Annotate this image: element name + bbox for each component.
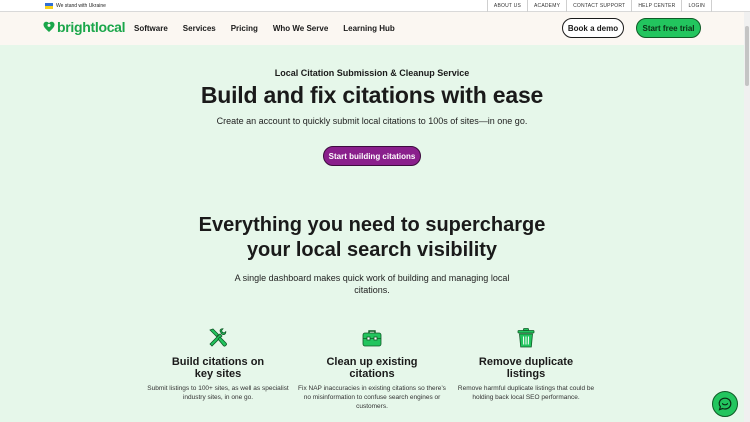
feature-title-line-2: key sites [194,368,242,380]
page-scrollbar[interactable] [744,12,750,422]
nav-links: Software Services Pricing Who We Serve L… [134,12,410,45]
nav-link-services[interactable]: Services [183,24,216,33]
hero-title: Build and fix citations with ease [200,82,544,108]
brightlocal-logo[interactable]: brightlocal [43,19,126,35]
utility-links: ABOUT US ACADEMY CONTACT SUPPORT HELP CE… [486,0,712,12]
book-demo-button[interactable]: Book a demo [562,18,624,38]
utility-link-help-center[interactable]: HELP CENTER [631,0,681,12]
feature-build-citations: Build citations on key sites Submit list… [143,327,293,402]
section-title-line-1: Everything you need to supercharge [198,214,546,236]
feature-clean-up-citations: Clean up existing citations Fix NAP inac… [297,327,447,411]
utility-link-contact-support[interactable]: CONTACT SUPPORT [566,0,631,12]
section-title: Everything you need to supercharge your … [0,213,744,263]
utility-bar: We stand with Ukraine ABOUT US ACADEMY C… [0,0,750,12]
feature-title-line-1: Remove duplicate [478,356,574,368]
feature-title-line-2: listings [506,368,546,380]
utility-link-academy[interactable]: ACADEMY [526,0,566,12]
ukraine-text: We stand with Ukraine [56,3,106,9]
ukraine-flag-icon [45,3,53,9]
trash-icon [517,328,535,348]
feature-title-line-1: Clean up existing [326,356,418,368]
section-title-line-2: your local search visibility [246,239,498,261]
feature-description: Submit listings to 100+ sites, as well a… [147,385,289,401]
start-free-trial-button[interactable]: Start free trial [636,18,701,38]
nav-link-software[interactable]: Software [134,24,168,33]
chat-bubble-icon [718,397,732,411]
section-subtitle: A single dashboard makes quick work of b… [234,273,510,295]
logo-text: brightlocal [57,19,126,35]
scrollbar-thumb[interactable] [745,26,749,86]
tools-icon [209,328,227,347]
feature-title-line-2: citations [349,368,395,380]
main-nav: brightlocal Software Services Pricing Wh… [0,12,750,45]
nav-link-pricing[interactable]: Pricing [231,24,258,33]
utility-link-about-us[interactable]: ABOUT US [486,0,527,12]
hero-subtitle: Create an account to quickly submit loca… [216,116,528,126]
feature-title: Build citations on key sites [143,356,293,380]
feature-description: Remove harmful duplicate listings that c… [457,385,595,401]
hero-eyebrow: Local Citation Submission & Cleanup Serv… [274,68,470,78]
feature-remove-duplicates: Remove duplicate listings Remove harmful… [451,327,601,402]
ukraine-banner[interactable]: We stand with Ukraine [45,2,106,10]
feature-title-line-1: Build citations on [171,356,265,368]
start-building-citations-button[interactable]: Start building citations [323,146,421,166]
utility-link-login[interactable]: LOGIN [681,0,712,12]
nav-link-learning-hub[interactable]: Learning Hub [343,24,395,33]
feature-title: Clean up existing citations [297,356,447,380]
nav-link-who-we-serve[interactable]: Who We Serve [273,24,328,33]
feature-title: Remove duplicate listings [451,356,601,380]
toolbox-icon [362,330,382,347]
heart-pin-logo-icon [43,21,55,32]
chat-button[interactable] [712,391,738,417]
feature-description: Fix NAP inaccuracies in existing citatio… [298,385,446,410]
